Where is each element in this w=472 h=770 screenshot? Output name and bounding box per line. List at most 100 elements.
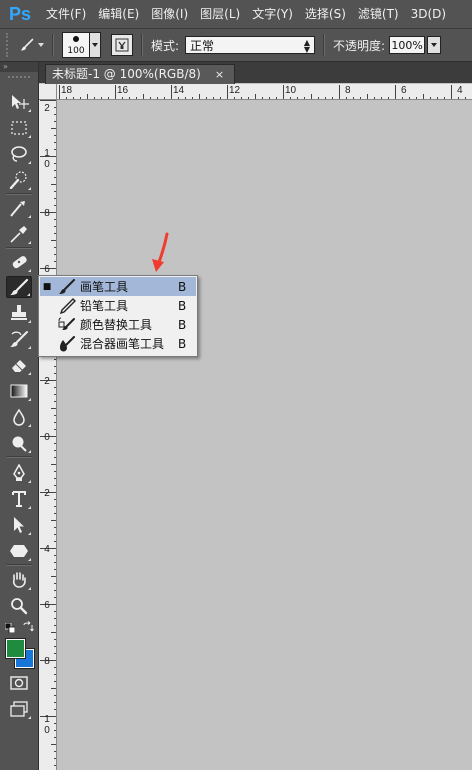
close-icon[interactable]: × bbox=[215, 65, 224, 84]
default-colors-icon[interactable] bbox=[5, 623, 15, 633]
blend-mode-select[interactable]: 正常 ▲ ▼ bbox=[185, 36, 316, 54]
ruler-label: 10 bbox=[44, 148, 50, 170]
tool-more-indicator bbox=[25, 135, 31, 138]
toolbox-collapse-button[interactable]: » bbox=[0, 62, 38, 72]
opacity-dropdown[interactable] bbox=[427, 36, 442, 54]
horizontal-ruler[interactable]: 18 16 14 12 10 8 6 4 bbox=[57, 84, 472, 100]
tool-more-indicator bbox=[25, 398, 31, 401]
flyout-item-brush-tool[interactable]: ■ 画笔工具 B bbox=[40, 277, 196, 296]
menu-3d[interactable]: 3D(D) bbox=[405, 0, 452, 28]
tool-more-indicator bbox=[25, 320, 31, 323]
tool-more-indicator bbox=[24, 293, 30, 296]
zoom-tool[interactable] bbox=[6, 595, 32, 617]
shortcut-key: B bbox=[178, 298, 187, 313]
tool-preset-picker[interactable] bbox=[20, 34, 44, 56]
pen-tool[interactable] bbox=[6, 462, 32, 484]
ruler-label: 4 bbox=[44, 544, 50, 555]
brush-preset-dropdown[interactable] bbox=[90, 32, 101, 58]
eraser-tool[interactable] bbox=[6, 354, 32, 376]
menu-bar: Ps 文件(F) 编辑(E) 图像(I) 图层(L) 文字(Y) 选择(S) 滤… bbox=[0, 0, 472, 29]
tool-more-indicator bbox=[25, 558, 31, 561]
tool-more-indicator bbox=[25, 716, 31, 719]
shortcut-key: B bbox=[178, 336, 187, 351]
brush-panel-toggle[interactable] bbox=[111, 34, 133, 56]
lasso-tool[interactable] bbox=[6, 143, 32, 165]
history-brush-tool[interactable] bbox=[6, 328, 32, 350]
quick-selection-tool[interactable] bbox=[6, 169, 32, 191]
divider bbox=[6, 247, 32, 249]
divider bbox=[141, 34, 143, 56]
menu-image[interactable]: 图像(I) bbox=[145, 0, 194, 28]
eyedropper-tool[interactable] bbox=[6, 223, 32, 245]
flyout-item-label: 混合器画笔工具 bbox=[80, 337, 165, 351]
clone-stamp-tool[interactable] bbox=[6, 302, 32, 324]
tool-more-indicator bbox=[25, 215, 31, 218]
ruler-label: 8 bbox=[44, 656, 50, 667]
shortcut-key: B bbox=[178, 317, 187, 332]
ruler-origin[interactable] bbox=[39, 84, 57, 100]
magnifier-icon bbox=[11, 598, 28, 615]
type-tool[interactable] bbox=[6, 488, 32, 510]
path-selection-tool[interactable] bbox=[6, 514, 32, 536]
dodge-tool[interactable] bbox=[6, 432, 32, 454]
ruler-label: 10 bbox=[44, 714, 50, 736]
tool-more-indicator bbox=[25, 424, 31, 427]
ruler-label: 12 bbox=[229, 85, 241, 96]
menu-select[interactable]: 选择(S) bbox=[299, 0, 352, 28]
mode-label: 模式: bbox=[151, 38, 180, 53]
pencil-icon bbox=[59, 297, 76, 314]
divider bbox=[323, 34, 326, 56]
ruler-label: 8 bbox=[345, 85, 351, 96]
tool-more-indicator bbox=[25, 450, 31, 453]
chevron-down-icon bbox=[38, 43, 44, 47]
document-tab[interactable]: 未标题-1 @ 100%(RGB/8) × bbox=[45, 64, 236, 84]
menu-type[interactable]: 文字(Y) bbox=[246, 0, 299, 28]
swap-colors-icon[interactable] bbox=[22, 621, 34, 633]
tool-more-indicator bbox=[25, 532, 31, 535]
marquee-tool[interactable] bbox=[6, 117, 32, 139]
blur-tool[interactable] bbox=[6, 406, 32, 428]
brush-tool[interactable] bbox=[6, 276, 32, 298]
gradient-tool[interactable] bbox=[6, 380, 32, 402]
brush-icon bbox=[59, 278, 75, 294]
foreground-color-swatch[interactable] bbox=[6, 639, 25, 658]
toolbox-grip[interactable] bbox=[8, 76, 30, 84]
flyout-item-label: 颜色替换工具 bbox=[80, 318, 153, 332]
document-title: 未标题-1 @ 100%(RGB/8) bbox=[52, 67, 201, 81]
divider bbox=[6, 456, 32, 458]
crop-tool[interactable] bbox=[6, 197, 32, 219]
menu-edit[interactable]: 编辑(E) bbox=[92, 0, 145, 28]
brush-icon bbox=[20, 38, 34, 51]
selected-bullet: ■ bbox=[42, 281, 52, 292]
divider bbox=[6, 564, 32, 566]
brush-size-preview[interactable]: 100 bbox=[62, 32, 90, 58]
options-bar: 100 模式: 正常 ▲ ▼ 不透明度: 100% bbox=[0, 29, 472, 62]
menu-filter[interactable]: 滤镜(T) bbox=[352, 0, 405, 28]
flyout-item-pencil-tool[interactable]: 铅笔工具 B bbox=[40, 296, 196, 315]
photoshop-logo[interactable]: Ps bbox=[0, 0, 40, 28]
vertical-ruler[interactable]: 2 10 8 6 4 2 0 2 4 6 8 10 bbox=[39, 100, 57, 770]
mixer-brush-icon bbox=[60, 335, 75, 351]
hand-tool[interactable] bbox=[6, 569, 32, 591]
flyout-item-label: 画笔工具 bbox=[80, 280, 129, 294]
ruler-label: 6 bbox=[44, 264, 50, 275]
annotation-arrow-icon bbox=[152, 232, 169, 272]
screen-mode-button[interactable] bbox=[6, 698, 32, 720]
canvas-area[interactable] bbox=[57, 100, 472, 770]
opacity-input[interactable]: 100% bbox=[389, 36, 426, 54]
move-tool[interactable] bbox=[6, 91, 32, 113]
ruler-label: 4 bbox=[457, 85, 463, 96]
menu-layer[interactable]: 图层(L) bbox=[194, 0, 246, 28]
brush-tip-icon bbox=[73, 36, 79, 42]
flyout-item-color-replacement-tool[interactable]: 颜色替换工具 B bbox=[40, 315, 196, 334]
quick-mask-toggle[interactable] bbox=[6, 672, 32, 694]
tool-more-indicator bbox=[25, 109, 31, 112]
brush-panel-icon bbox=[115, 38, 129, 52]
divider bbox=[6, 193, 32, 195]
menu-file[interactable]: 文件(F) bbox=[40, 0, 92, 28]
flyout-item-mixer-brush-tool[interactable]: 混合器画笔工具 B bbox=[40, 334, 196, 353]
options-bar-grip[interactable] bbox=[6, 33, 14, 57]
tool-more-indicator bbox=[25, 506, 31, 509]
healing-brush-tool[interactable] bbox=[6, 251, 32, 273]
shape-tool[interactable] bbox=[6, 540, 32, 562]
